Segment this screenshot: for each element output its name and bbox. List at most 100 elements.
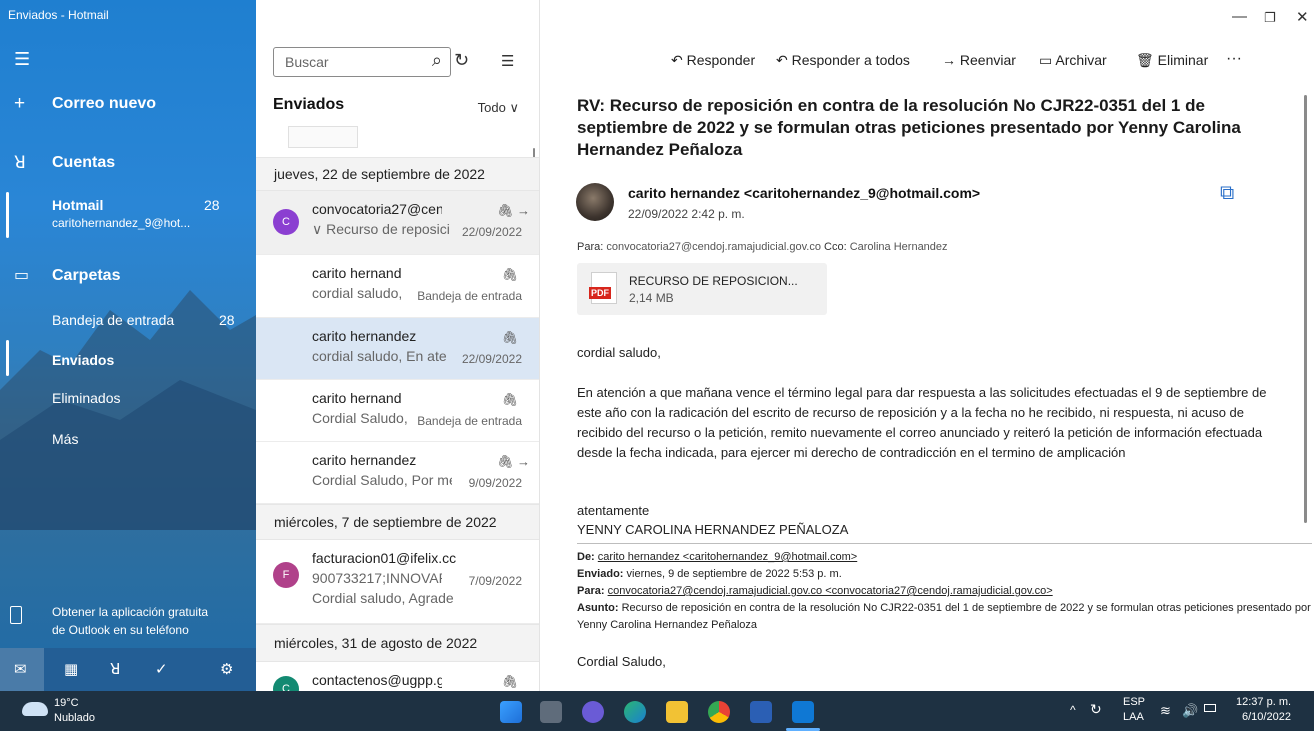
open-in-new-window-icon[interactable]: ⧉ — [1220, 182, 1234, 205]
sender-name[interactable]: carito hernandez <caritohernandez_9@hotm… — [628, 185, 980, 201]
account-name[interactable]: Hotmail — [52, 197, 103, 213]
attachment-icon: 🖇 — [501, 267, 518, 282]
cc-address[interactable]: Carolina Hernandez — [850, 241, 948, 253]
list-item[interactable]: carito hernandez 🖇 → Cordial Saludo, Por… — [256, 442, 539, 504]
reply-all-button[interactable]: ↶ Responder a todos — [776, 52, 910, 69]
list-item-selected[interactable]: carito hernandez 🖇 cordial saludo, En at… — [256, 318, 539, 380]
minimize-icon[interactable]: — — [1232, 8, 1247, 25]
get-app-promo[interactable]: Obtener la aplicación gratuita de Outloo… — [0, 592, 256, 648]
message-subject: cordial saludo, — [312, 285, 403, 301]
window-title: Enviados - Hotmail — [8, 8, 109, 22]
task-view-icon[interactable] — [540, 701, 562, 723]
accounts-heading[interactable]: Cuentas — [52, 154, 115, 172]
todo-icon[interactable]: ✓ — [155, 660, 168, 678]
list-item[interactable]: C contactenos@ugpp.g 🖇 — [256, 662, 539, 691]
sync-status-icon[interactable]: ↻ — [1090, 701, 1102, 718]
message-date: 7/09/2022 — [468, 574, 522, 588]
weather-temperature[interactable]: 19°C — [54, 697, 79, 709]
attachment-icon: 🖇 — [501, 392, 518, 407]
list-item[interactable]: carito hernand 🖇 Cordial Saludo, Bandeja… — [256, 380, 539, 442]
fwd-subject-label: Asunto: — [577, 602, 619, 614]
date-header: miércoles, 31 de agosto de 2022 — [256, 624, 539, 662]
close-icon[interactable]: ✕ — [1296, 8, 1309, 26]
folder-deleted[interactable]: Eliminados — [52, 390, 120, 406]
settings-icon[interactable]: ⚙ — [220, 660, 233, 678]
forward-button[interactable]: → Reenviar — [942, 52, 1016, 68]
message-date: 22/09/2022 — [461, 352, 522, 366]
message-subject: Cordial Saludo, Por me — [312, 472, 452, 488]
body-greeting: cordial saludo, — [577, 345, 661, 360]
fwd-from[interactable]: carito hernandez <caritohernandez_9@hotm… — [598, 551, 857, 563]
message-date: 22/09/2022 — [461, 225, 522, 239]
delete-button[interactable]: 🗑 Eliminar — [1136, 52, 1208, 69]
language-indicator[interactable]: ESP — [1123, 696, 1145, 708]
calendar-icon[interactable]: ▦ — [64, 660, 78, 678]
person-icon: ꓤ — [14, 153, 26, 172]
edge-icon[interactable] — [624, 701, 646, 723]
attachment-card[interactable]: PDF RECURSO DE REPOSICION... 2,14 MB — [577, 263, 827, 315]
clock-time[interactable]: 12:37 p. m. — [1236, 696, 1291, 708]
archive-label: Archivar — [1055, 52, 1107, 68]
weather-condition[interactable]: Nublado — [54, 712, 95, 724]
battery-icon[interactable] — [1204, 704, 1216, 712]
folder-inbox[interactable]: Bandeja de entrada — [52, 312, 174, 328]
to-address[interactable]: convocatoria27@cendoj.ramajudicial.gov.c… — [606, 241, 821, 253]
fwd-to[interactable]: convocatoria27@cendoj.ramajudicial.gov.c… — [608, 585, 1053, 597]
sync-icon[interactable]: ↻ — [454, 50, 469, 71]
word-icon[interactable] — [750, 701, 772, 723]
pdf-icon: PDF — [589, 272, 617, 304]
list-item[interactable]: carito hernand 🖇 cordial saludo, Bandeja… — [256, 255, 539, 318]
wifi-icon[interactable]: ≋ — [1160, 703, 1171, 719]
people-icon[interactable]: ꓤ — [110, 660, 120, 678]
filter-dropdown[interactable]: Todo ∨ — [478, 100, 519, 116]
message-sender: convocatoria27@cenc — [312, 201, 442, 217]
message-sender: facturacion01@ifelix.cc — [312, 550, 457, 566]
file-explorer-icon[interactable] — [666, 701, 688, 723]
attachment-icon: 🖇 — [501, 674, 518, 689]
message-subject: cordial saludo, En ater — [312, 348, 447, 364]
promo-line-1: Obtener la aplicación gratuita — [52, 605, 209, 619]
message-sender: carito hernand — [312, 265, 402, 281]
reading-scrollbar[interactable] — [1304, 95, 1307, 523]
new-mail-button[interactable]: Correo nuevo — [52, 95, 156, 113]
more-actions-button[interactable]: ··· — [1226, 50, 1242, 68]
search-box[interactable]: Buscar ⌕ — [273, 47, 451, 77]
phone-icon — [10, 606, 22, 624]
mail-app-icon[interactable] — [792, 701, 814, 723]
body-paragraph: En atención a que mañana vence el términ… — [577, 385, 1267, 460]
list-item[interactable]: C convocatoria27@cenc 🖇 → ∨ Recurso de r… — [256, 191, 539, 255]
cloud-icon — [22, 702, 48, 716]
date-header: miércoles, 7 de septiembre de 2022 — [256, 504, 539, 540]
search-input[interactable]: Buscar — [285, 54, 329, 70]
clock-date[interactable]: 6/10/2022 — [1242, 711, 1291, 723]
recipients-line: Para: convocatoria27@cendoj.ramajudicial… — [577, 241, 948, 253]
fwd-to-label: Para: — [577, 585, 605, 597]
avatar: C — [273, 676, 299, 691]
search-icon[interactable]: ⌕ — [432, 50, 442, 71]
show-hidden-icons-icon[interactable]: ^ — [1070, 703, 1076, 717]
attachment-forward-icon: 🖇 → — [496, 203, 530, 218]
account-unread-count: 28 — [204, 197, 220, 213]
list-item[interactable]: F facturacion01@ifelix.cc 900733217;INNO… — [256, 540, 539, 624]
mail-icon[interactable]: ✉ — [14, 660, 27, 678]
folder-more[interactable]: Más — [52, 431, 78, 447]
attachment-icon: 🖇 — [501, 330, 518, 345]
message-sender: carito hernandez — [312, 452, 417, 468]
chat-icon[interactable] — [582, 701, 604, 723]
folder-selection-indicator — [6, 340, 9, 376]
folders-heading[interactable]: Carpetas — [52, 267, 120, 285]
delete-label: Eliminar — [1157, 52, 1209, 68]
folder-sent[interactable]: Enviados — [52, 352, 114, 368]
avatar: C — [273, 209, 299, 235]
reply-button[interactable]: ↶ Responder — [671, 52, 755, 69]
start-icon[interactable] — [500, 701, 522, 723]
volume-icon[interactable]: 🔊 — [1182, 703, 1198, 719]
fwd-sent: viernes, 9 de septiembre de 2022 5:53 p.… — [626, 568, 842, 580]
selection-mode-icon[interactable]: ☰ — [501, 52, 514, 70]
chrome-icon[interactable] — [708, 701, 730, 723]
restore-icon[interactable]: ❐ — [1264, 10, 1276, 26]
inbox-unread-count: 28 — [219, 312, 235, 328]
message-sender: contactenos@ugpp.g — [312, 672, 442, 688]
archive-button[interactable]: ▭ Archivar — [1039, 52, 1107, 69]
menu-icon[interactable]: ☰ — [14, 50, 30, 68]
